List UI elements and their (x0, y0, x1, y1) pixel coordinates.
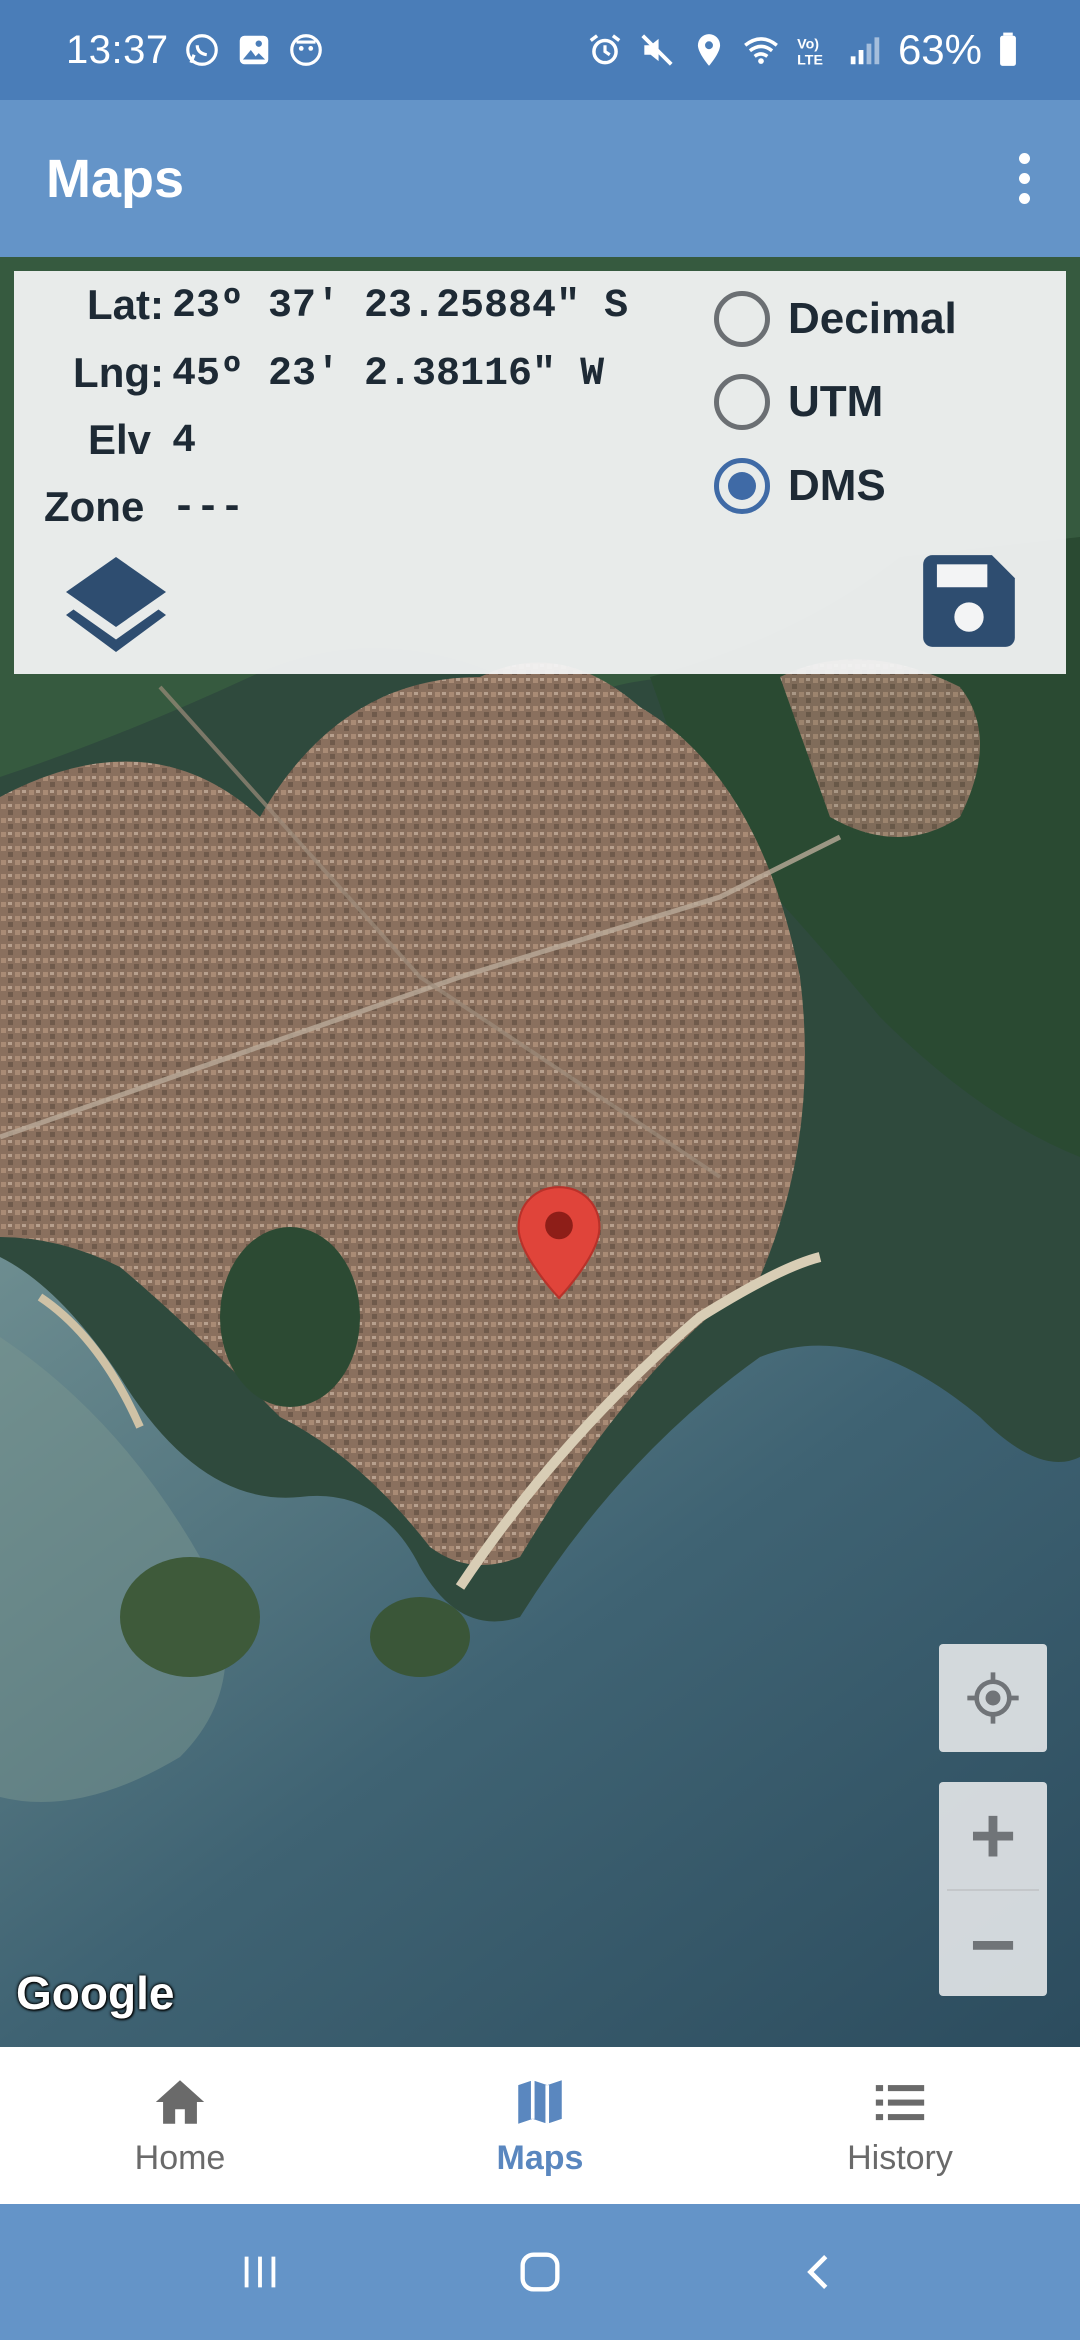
map-icon (518, 2080, 562, 2124)
my-location-icon (967, 1672, 1019, 1724)
zoom-in-button[interactable]: + (939, 1782, 1047, 1889)
radio-circle-checked[interactable] (714, 458, 770, 514)
nav-item-home-label: Home (134, 2139, 226, 2177)
status-left: 13:37 (66, 28, 325, 73)
app-notification-icon (289, 34, 322, 66)
battery-icon (1000, 32, 1016, 66)
coordinates-panel: Lat: 23º 37' 23.25884" S Lng: 45º 23' 2.… (14, 271, 1066, 674)
home-circle-icon (520, 2252, 560, 2292)
status-bar: 13:37 Vo) LTE 63% (0, 0, 1080, 100)
zoom-controls: + − (939, 1782, 1047, 1996)
radio-dms[interactable]: DMS (714, 458, 886, 514)
more-vert-icon[interactable] (1004, 149, 1044, 209)
volte-icon: Vo)LTE (797, 36, 823, 68)
radio-dms-label: DMS (788, 461, 886, 510)
image-icon (239, 35, 268, 65)
status-right: Vo) LTE 63% (586, 26, 1020, 74)
my-location-button[interactable] (939, 1644, 1047, 1752)
back-icon (807, 2255, 828, 2289)
alarm-icon (589, 34, 621, 65)
elv-label: Elv (88, 416, 152, 463)
lng-label: Lng: (73, 349, 164, 396)
nav-item-history[interactable]: History (720, 2047, 1080, 2204)
lng-value: 45º 23' 2.38116" W (172, 352, 605, 397)
bottom-navigation: Home Maps History (0, 2047, 1080, 2204)
layers-icon[interactable] (56, 547, 176, 667)
nav-item-maps-label: Maps (496, 2139, 584, 2177)
lat-value: 23º 37' 23.25884" S (172, 284, 629, 329)
home-icon (155, 2080, 205, 2124)
back-button[interactable] (785, 2242, 855, 2302)
home-nav-button[interactable] (505, 2242, 575, 2302)
nav-item-home[interactable]: Home (0, 2047, 360, 2204)
wifi-icon (744, 37, 778, 64)
elv-value: 4 (172, 419, 197, 464)
google-attribution: Google (16, 1967, 175, 2019)
svg-text:LTE: LTE (797, 52, 823, 68)
radio-utm-label: UTM (788, 377, 884, 426)
radio-utm[interactable]: UTM (714, 374, 883, 430)
svg-text:Vo): Vo) (797, 36, 819, 52)
save-icon[interactable] (914, 546, 1024, 656)
map-marker-icon[interactable] (516, 1185, 602, 1300)
radio-decimal-label: Decimal (788, 294, 957, 343)
system-navigation (0, 2204, 1080, 2340)
page-title: Maps (46, 148, 185, 209)
radio-decimal[interactable]: Decimal (714, 291, 957, 347)
mute-icon (641, 34, 673, 66)
list-icon (875, 2085, 925, 2121)
location-icon (697, 34, 721, 66)
recent-apps-button[interactable] (225, 2242, 295, 2302)
screen: 13:37 Vo) LTE 63% Maps Google Lat: 23º 3… (0, 0, 1080, 2340)
app-bar: Maps (0, 100, 1080, 257)
zoom-out-button[interactable]: − (939, 1891, 1047, 1998)
zone-value: --- (172, 486, 245, 531)
lat-label: Lat: (87, 281, 164, 328)
radio-circle[interactable] (714, 374, 770, 430)
nav-item-maps[interactable]: Maps (360, 2047, 720, 2204)
radio-circle[interactable] (714, 291, 770, 347)
battery-percent: 63% (897, 26, 982, 73)
whatsapp-icon (185, 34, 218, 66)
signal-icon (850, 37, 880, 65)
recents-icon (244, 2256, 276, 2288)
status-time: 13:37 (66, 27, 169, 72)
nav-item-history-label: History (847, 2139, 953, 2177)
